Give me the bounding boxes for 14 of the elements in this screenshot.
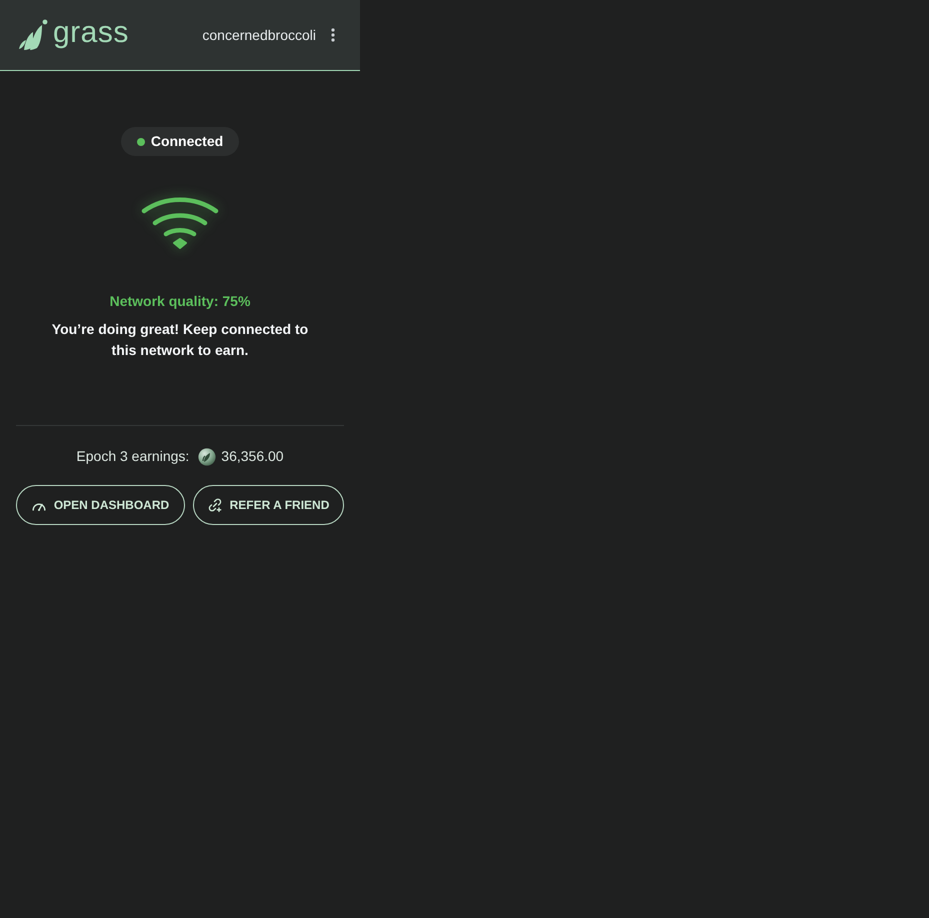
username: concernedbroccoli	[202, 26, 316, 44]
refer-friend-button[interactable]: REFER A FRIEND	[193, 485, 344, 525]
leaf-logo-icon	[18, 19, 48, 51]
status-message: You’re doing great! Keep connected to this network to earn.	[50, 320, 310, 360]
open-dashboard-button[interactable]: OPEN DASHBOARD	[16, 485, 185, 525]
status-label: Connected	[150, 132, 224, 151]
coin-icon	[198, 448, 216, 466]
earnings-amount: 36,356.00	[221, 447, 284, 466]
link-plus-icon	[208, 498, 222, 512]
more-menu-button[interactable]	[330, 27, 336, 43]
network-quality-text: Network quality: 75%	[110, 292, 250, 310]
kebab-menu-icon	[331, 28, 335, 42]
earnings-label: Epoch 3 earnings:	[76, 447, 190, 466]
logo-wordmark: grass	[53, 18, 129, 51]
